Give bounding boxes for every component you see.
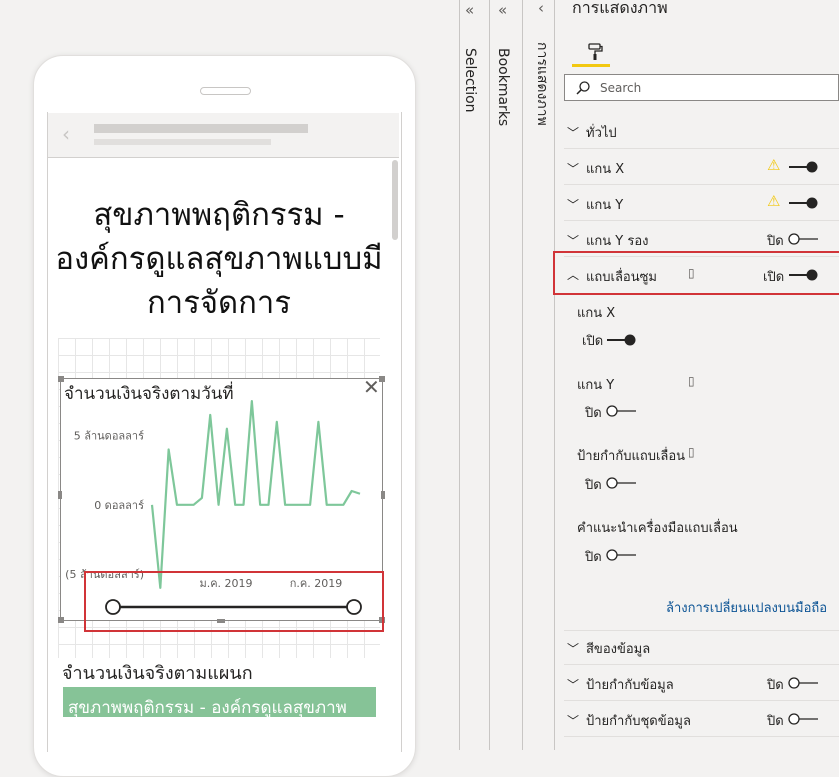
series-labels-toggle[interactable] xyxy=(788,713,818,725)
series-line[interactable] xyxy=(150,399,361,589)
toggle-state-text: ปิด xyxy=(585,406,602,421)
bar-chart-category-label: สุขภาพพฤติกรรม - องค์กรดูแลสุขภาพ xyxy=(68,698,347,718)
format-pane-title: การแสดงภาพ xyxy=(572,0,668,17)
section-series-labels[interactable]: ป้ายกำกับชุดข้อมูล xyxy=(586,710,691,731)
toggle-state-text: ปิด xyxy=(767,234,784,249)
zoom-y-axis-label: แกน Y xyxy=(577,378,615,393)
expand-selection-icon[interactable]: « xyxy=(465,3,474,18)
toggle-state-text: ปิด xyxy=(585,550,602,565)
chevron-down-icon[interactable]: ﹀ xyxy=(567,640,579,657)
zoom-x-axis-label: แกน X xyxy=(577,306,616,321)
data-labels-toggle[interactable] xyxy=(788,677,818,689)
paint-roller-icon[interactable] xyxy=(585,42,605,62)
slider-labels-toggle[interactable] xyxy=(606,477,636,489)
section-data-colors[interactable]: สีของข้อมูล xyxy=(586,638,650,659)
chevron-down-icon[interactable]: ﹀ xyxy=(567,124,579,141)
phone-scrollbar[interactable] xyxy=(392,160,398,240)
chevron-down-icon[interactable]: ﹀ xyxy=(567,196,579,213)
warning-icon: ⚠ xyxy=(767,156,781,174)
chevron-down-icon[interactable]: ﹀ xyxy=(567,676,579,693)
zoom-slider-toggle[interactable] xyxy=(789,269,819,281)
toggle-state-text: เปิด xyxy=(763,270,785,285)
divider xyxy=(564,700,839,701)
reset-mobile-changes-link[interactable]: ล้างการเปลี่ยนแปลงบนมือถือ xyxy=(666,597,827,618)
divider xyxy=(564,148,839,149)
collapse-visualizations-icon[interactable]: ‹ xyxy=(538,1,544,16)
chevron-down-icon[interactable]: ﹀ xyxy=(567,160,579,177)
x-axis-toggle[interactable] xyxy=(789,161,819,173)
slider-tooltips-toggle[interactable] xyxy=(606,549,636,561)
chevron-down-icon[interactable]: ﹀ xyxy=(567,712,579,729)
chevron-down-icon[interactable]: ﹀ xyxy=(567,232,579,249)
section-general[interactable]: ทั่วไป xyxy=(586,122,617,143)
toggle-state-text: ปิด xyxy=(767,714,784,729)
section-secondary-y-axis[interactable]: แกน Y รอง xyxy=(586,230,648,251)
visual2-title: จำนวนเงินจริงตามแผนก xyxy=(62,663,253,684)
phone-app-header xyxy=(48,113,399,158)
warning-icon: ⚠ xyxy=(767,192,781,210)
page-title: สุขภาพพฤติกรรม - องค์กรดูแลสุขภาพแบบมีกา… xyxy=(55,197,383,321)
y-axis-toggle[interactable] xyxy=(789,197,819,209)
selection-pane-label[interactable]: Selection xyxy=(462,48,478,113)
search-icon xyxy=(576,81,590,95)
secondary-y-axis-toggle[interactable] xyxy=(788,233,818,245)
phone-speaker xyxy=(200,87,251,95)
bookmarks-pane-label[interactable]: Bookmarks xyxy=(495,48,511,126)
y-tick-label: 0 ดอลลาร์ xyxy=(94,499,144,512)
format-tab-indicator xyxy=(572,64,610,67)
expand-bookmarks-icon[interactable]: « xyxy=(498,3,507,18)
divider xyxy=(564,630,839,631)
header-placeholder-bar xyxy=(94,124,308,133)
toggle-state-text: ปิด xyxy=(585,478,602,493)
y-tick-label: 5 ล้านดอลลาร์ xyxy=(74,430,144,443)
zoom-slider-highlight xyxy=(84,571,384,632)
divider xyxy=(564,184,839,185)
zoom-y-axis-toggle[interactable] xyxy=(606,405,636,417)
toggle-state-text: ปิด xyxy=(767,678,784,693)
back-icon[interactable]: ‹ xyxy=(62,124,70,144)
section-data-labels[interactable]: ป้ายกำกับข้อมูล xyxy=(586,674,674,695)
divider xyxy=(564,664,839,665)
zoom-x-axis-toggle[interactable] xyxy=(607,334,637,346)
section-y-axis[interactable]: แกน Y xyxy=(586,194,623,215)
section-zoom-slider[interactable]: แถบเลื่อนซูม xyxy=(586,266,657,287)
slider-tooltips-label: คำแนะนำเครื่องมือแถบเลื่อน xyxy=(577,521,738,536)
mobile-layout-icon: ▯ xyxy=(688,266,695,280)
divider xyxy=(564,736,839,737)
slider-labels-label: ป้ายกำกับแถบเลื่อน xyxy=(577,449,686,464)
visualizations-pane-label[interactable]: การแสดงภาพ xyxy=(531,42,553,126)
mobile-layout-icon: ▯ xyxy=(688,445,695,459)
divider xyxy=(564,220,839,221)
header-placeholder-bar xyxy=(94,139,271,145)
mobile-layout-icon: ▯ xyxy=(688,374,695,388)
search-placeholder: Search xyxy=(600,81,642,95)
chevron-up-icon[interactable]: ︿ xyxy=(567,266,579,283)
section-x-axis[interactable]: แกน X xyxy=(586,158,624,179)
toggle-state-text: เปิด xyxy=(582,334,604,349)
